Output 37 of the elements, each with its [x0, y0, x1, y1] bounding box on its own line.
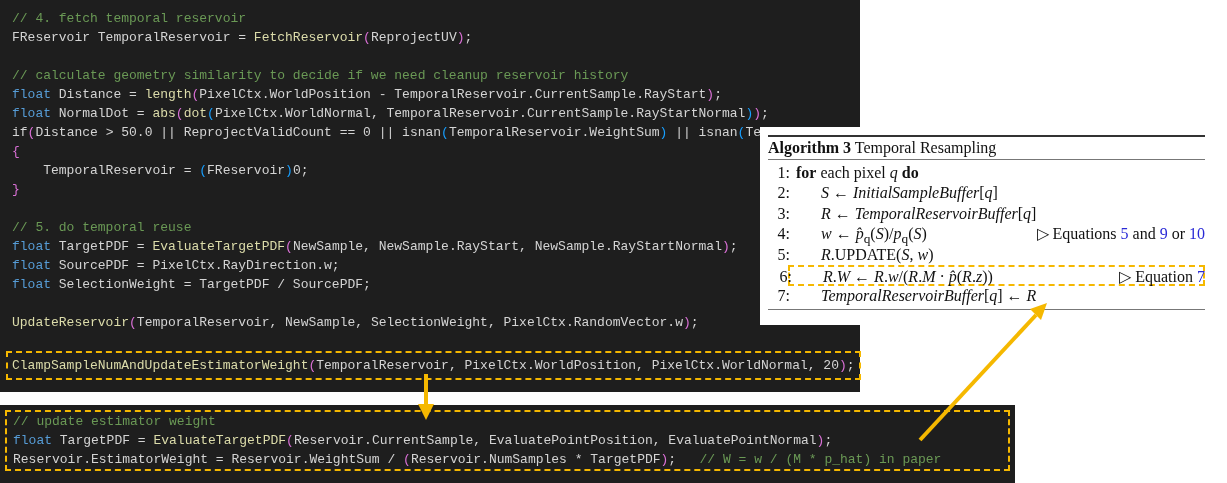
line-number: 2:: [776, 183, 790, 203]
code-line: // 5. do temporal reuse: [12, 219, 192, 237]
line-number: 4:: [776, 224, 790, 244]
equation-link[interactable]: 7: [1197, 268, 1205, 285]
equation-note: ▷ Equation 7: [1119, 267, 1205, 288]
algorithm-step: S ← InitialSampleBuffer[q]: [821, 183, 998, 204]
line-number: 6:: [778, 267, 792, 287]
line-number: 5:: [776, 244, 790, 265]
line-number: 1:: [776, 162, 790, 183]
algorithm-step: TemporalReservoirBuffer[q] ← R: [821, 285, 1037, 306]
code-line: // 4. fetch temporal reservoir: [12, 10, 247, 28]
code-line: // calculate geometry similarity to decide if we need cleanup reservoir history: [12, 67, 629, 85]
code-line: float TargetPDF = EvaluateTargetPDF(NewSample, NewSample.RayStart, NewSample.RayStartNormal);: [12, 238, 738, 256]
line-number: 3:: [776, 203, 790, 224]
code-line: // update estimator weight: [13, 413, 216, 431]
algorithm-step: R ← TemporalReservoirBuffer[q]: [821, 203, 1037, 224]
code-line: float Distance = length(PixelCtx.WorldPosition - TemporalReservoir.CurrentSample.RayStart);: [12, 86, 722, 104]
equation-link[interactable]: 5: [1120, 225, 1129, 242]
code-line: float SourcePDF = PixelCtx.RayDirection.w;: [12, 257, 340, 275]
code-line: float SelectionWeight = TargetPDF / SourcePDF;: [12, 276, 371, 294]
equation-link[interactable]: 9: [1159, 225, 1168, 242]
code-line: UpdateReservoir(TemporalReservoir, NewSample, SelectionWeight, PixelCtx.RandomVector.w);: [12, 314, 699, 332]
equation-link[interactable]: 10: [1189, 225, 1205, 242]
algorithm-title: Algorithm 3 Temporal Resampling: [768, 139, 997, 156]
code-line: }: [12, 181, 20, 199]
code-line: TemporalReservoir = (FReservoir)0;: [42, 162, 309, 180]
code-line: if(Distance > 50.0 || ReprojectValidCount == 0 || isnan(TemporalReservoir.WeightSum) || isnan(Te: [12, 124, 761, 142]
code-line: float TargetPDF = EvaluateTargetPDF(Reservoir.CurrentSample, EvaluatePointPosition, EvaluatePointNormal);: [13, 432, 833, 450]
algorithm-step: R.W ← R.w/(R.M · p̂(R.z)): [823, 267, 993, 288]
equation-note: ▷ Equations 5 and 9 or 10: [1036, 224, 1205, 245]
code-line: Reservoir.EstimatorWeight = Reservoir.WeightSum / (Reservoir.NumSamples * TargetPDF); // W = w / (M * p_hat) in paper: [13, 451, 942, 469]
code-line: ClampSampleNumAndUpdateEstimatorWeight(TemporalReservoir, PixelCtx.WorldPosition, PixelCtx.WorldNormal, 20);: [12, 357, 855, 375]
code-line: {: [12, 143, 20, 161]
line-number: 7:: [776, 285, 790, 306]
code-line: float NormalDot = abs(dot(PixelCtx.WorldNormal, TemporalReservoir.CurrentSample.RayStartNormal));: [12, 105, 769, 123]
algorithm-step: for each pixel q do: [796, 162, 919, 183]
code-line: FReservoir TemporalReservoir = FetchReservoir(ReprojectUV);: [12, 29, 473, 47]
